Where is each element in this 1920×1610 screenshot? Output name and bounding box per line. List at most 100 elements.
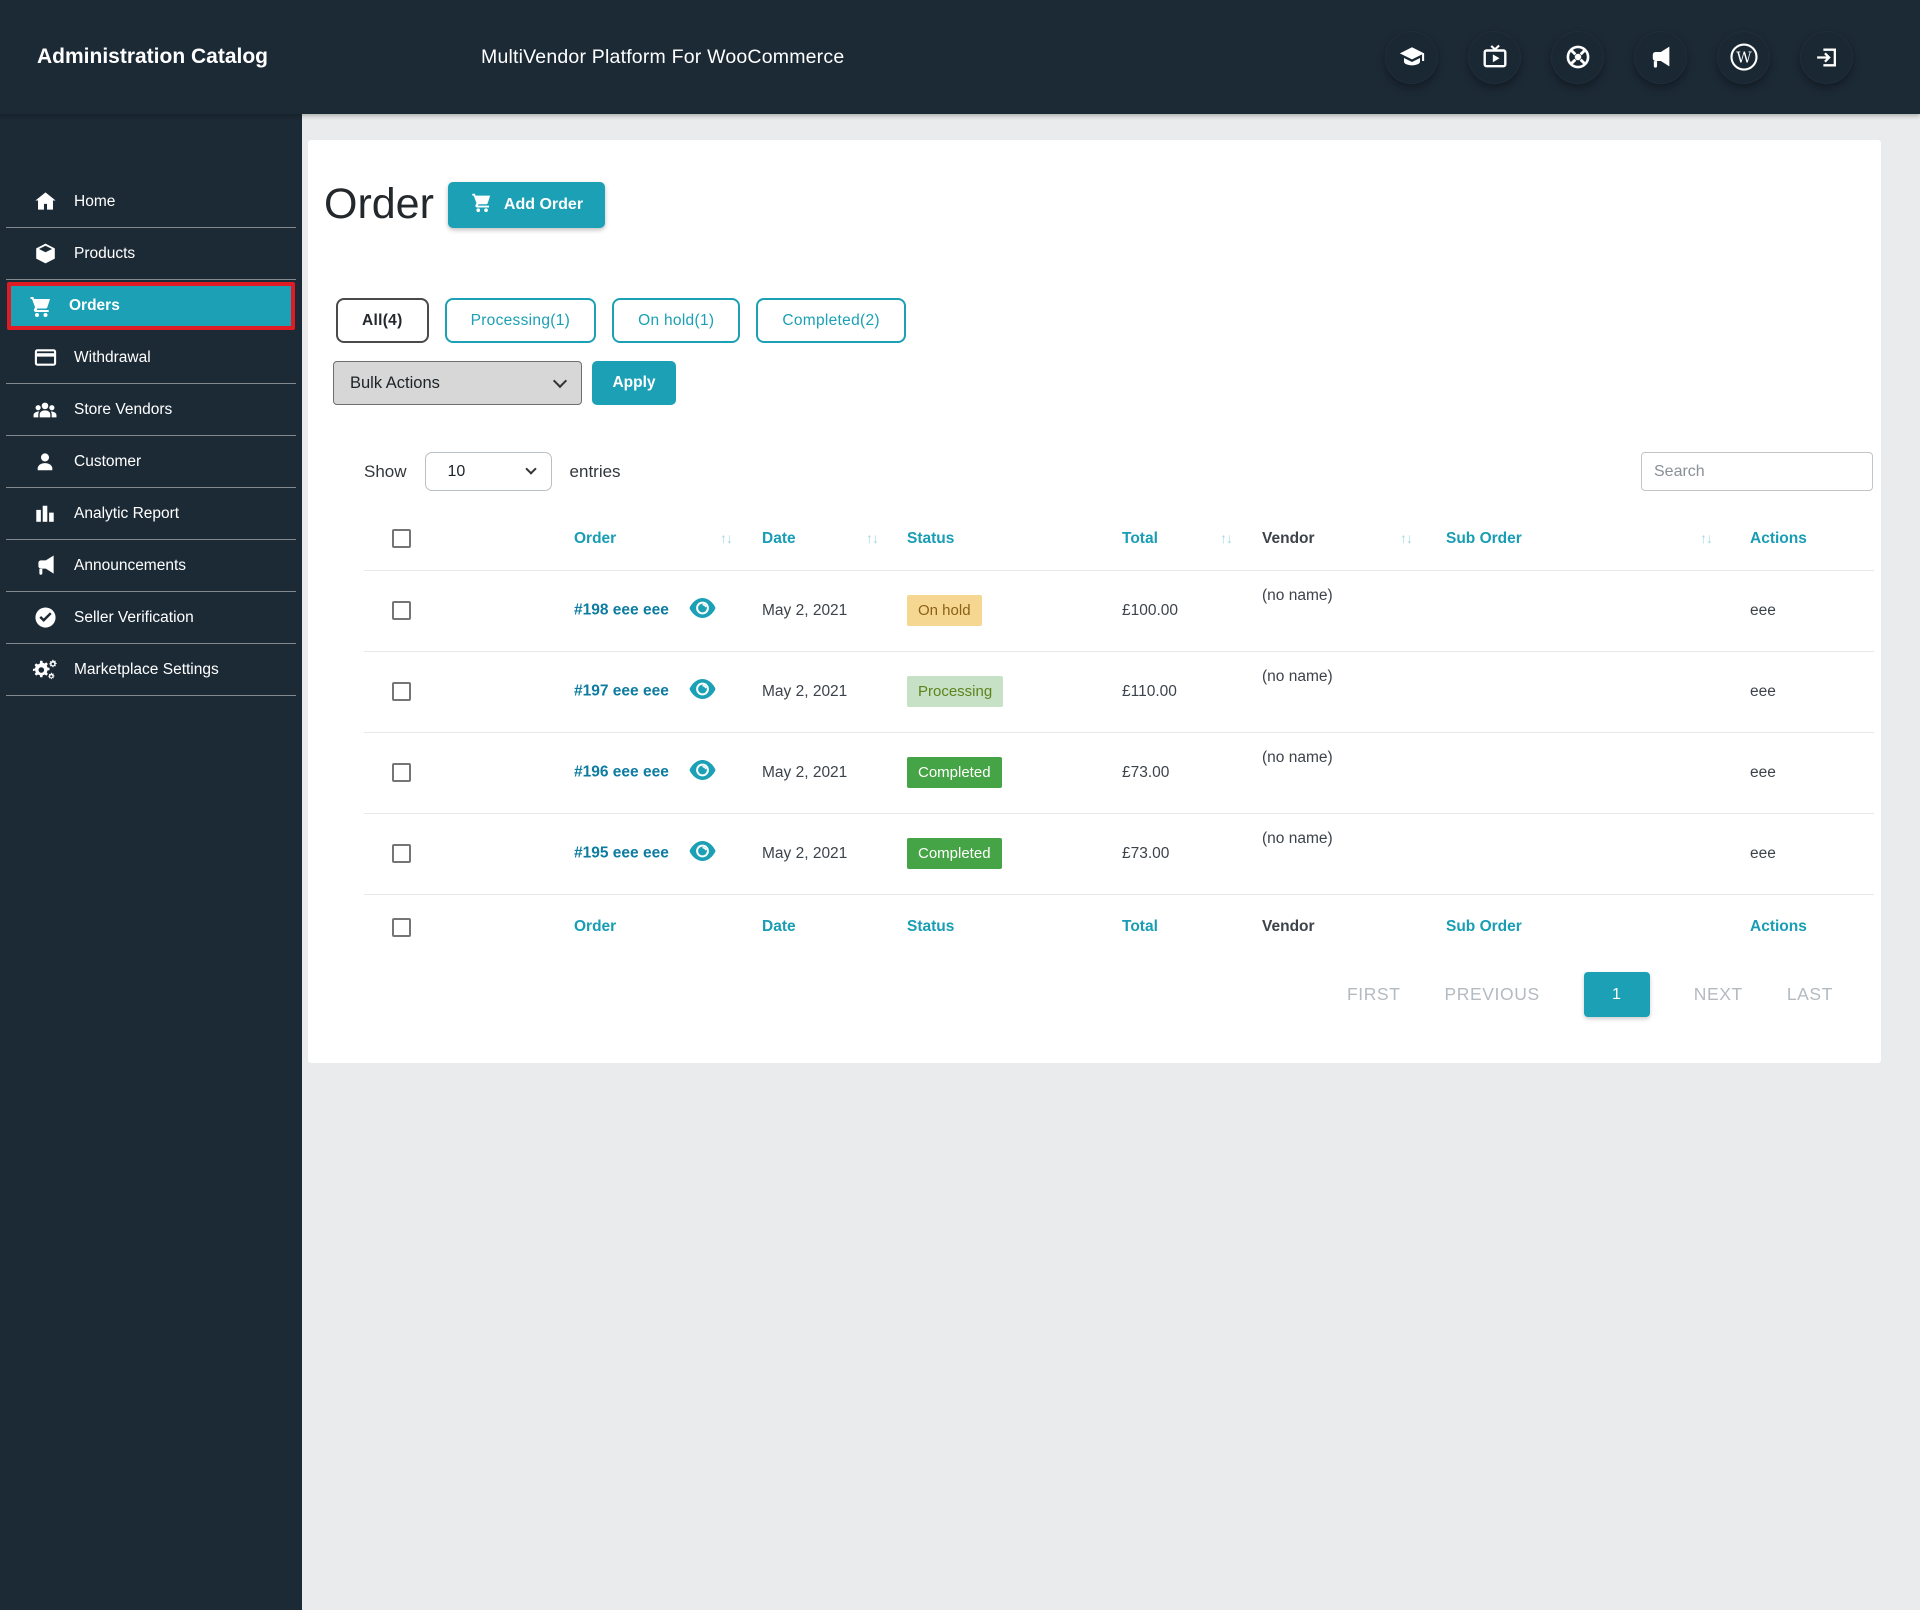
- sidebar-item-label: Analytic Report: [74, 504, 180, 522]
- order-date: May 2, 2021: [760, 732, 906, 814]
- gears-icon: [32, 658, 58, 682]
- svg-text:W: W: [1736, 49, 1752, 67]
- order-actions[interactable]: eee: [1740, 570, 1874, 652]
- sidebar-item-label: Announcements: [74, 556, 187, 574]
- pagination-last[interactable]: LAST: [1787, 984, 1833, 1005]
- column-header-date[interactable]: Date: [762, 530, 796, 547]
- sidebar-item-customer[interactable]: Customer: [6, 436, 296, 488]
- sort-icon[interactable]: ↑↓: [720, 530, 733, 546]
- filter-completed-button[interactable]: Completed(2): [756, 298, 906, 343]
- order-link[interactable]: #197 eee eee: [574, 683, 669, 700]
- row-checkbox[interactable]: [392, 844, 411, 863]
- show-label: Show: [364, 461, 407, 481]
- page-title: Order: [324, 180, 434, 228]
- wordpress-icon[interactable]: W: [1717, 30, 1770, 84]
- status-badge: Processing: [907, 676, 1004, 707]
- sidebar-item-marketplace-settings[interactable]: Marketplace Settings: [6, 644, 296, 696]
- pagination-page-1[interactable]: 1: [1583, 972, 1650, 1017]
- order-total: £100.00: [1120, 570, 1260, 652]
- pagination-first[interactable]: FIRST: [1347, 984, 1401, 1005]
- sidebar-item-label: Withdrawal: [74, 348, 151, 366]
- sidebar-item-announcements[interactable]: Announcements: [6, 540, 296, 592]
- search-input[interactable]: [1641, 452, 1873, 491]
- order-link[interactable]: #196 eee eee: [574, 764, 669, 781]
- column-header-total[interactable]: Total: [1122, 530, 1158, 547]
- bulk-actions-select[interactable]: Bulk Actions: [333, 361, 582, 405]
- apply-button[interactable]: Apply: [592, 361, 676, 405]
- add-order-label: Add Order: [503, 195, 584, 213]
- table-row: #197 eee eee May 2, 2021 Processing £110…: [364, 651, 1874, 733]
- row-checkbox[interactable]: [392, 601, 411, 620]
- add-order-button[interactable]: Add Order: [447, 181, 606, 228]
- table-row: #195 eee eee May 2, 2021 Completed £73.0…: [364, 813, 1874, 895]
- sidebar-item-products[interactable]: Products: [6, 228, 296, 280]
- order-total: £73.00: [1120, 732, 1260, 814]
- order-date: May 2, 2021: [760, 570, 906, 652]
- select-all-checkbox[interactable]: [392, 529, 411, 549]
- view-order-icon[interactable]: [689, 598, 716, 622]
- megaphone-icon[interactable]: [1634, 30, 1687, 84]
- order-link[interactable]: #198 eee eee: [574, 602, 669, 619]
- pagination: FIRST PREVIOUS 1 NEXT LAST: [1347, 972, 1833, 1017]
- sidebar-item-label: Customer: [74, 452, 142, 470]
- page-size-value: 10: [447, 462, 466, 480]
- credit-card-icon: [32, 346, 58, 369]
- column-header-vendor[interactable]: Vendor: [1262, 530, 1315, 547]
- megaphone-icon: [32, 554, 58, 577]
- sort-icon[interactable]: ↑↓: [1220, 530, 1233, 546]
- footer-column-vendor: Vendor: [1262, 918, 1315, 936]
- column-header-actions[interactable]: Actions: [1750, 530, 1807, 547]
- wheel-icon[interactable]: [1551, 30, 1604, 84]
- sidebar-item-label: Products: [74, 244, 136, 262]
- pagination-previous[interactable]: PREVIOUS: [1445, 984, 1540, 1005]
- sidebar-item-label: Store Vendors: [74, 400, 173, 418]
- row-checkbox[interactable]: [392, 763, 411, 782]
- sidebar-item-seller-verification[interactable]: Seller Verification: [6, 592, 296, 644]
- sidebar: Home Products Orders Withdrawal Store Ve…: [0, 114, 302, 1610]
- filter-on-hold-button[interactable]: On hold(1): [612, 298, 741, 343]
- column-header-sub-order[interactable]: Sub Order: [1446, 530, 1522, 547]
- sort-icon[interactable]: ↑↓: [866, 530, 879, 546]
- order-date: May 2, 2021: [760, 813, 906, 895]
- footer-column-date: Date: [762, 918, 796, 936]
- order-sub-order: [1440, 732, 1740, 814]
- order-actions[interactable]: eee: [1740, 651, 1874, 733]
- status-badge: Completed: [907, 757, 1002, 788]
- sidebar-item-analytic-report[interactable]: Analytic Report: [6, 488, 296, 540]
- sidebar-item-store-vendors[interactable]: Store Vendors: [6, 384, 296, 436]
- sort-icon[interactable]: ↑↓: [1400, 530, 1413, 546]
- tv-play-icon[interactable]: [1468, 30, 1521, 84]
- order-actions[interactable]: eee: [1740, 732, 1874, 814]
- filter-processing-button[interactable]: Processing(1): [444, 298, 597, 343]
- page-size-select[interactable]: 10: [424, 452, 552, 491]
- logout-icon[interactable]: [1800, 30, 1853, 84]
- filter-all-button[interactable]: All(4): [336, 298, 429, 343]
- entries-label: entries: [569, 461, 621, 481]
- sidebar-item-home[interactable]: Home: [6, 176, 296, 228]
- sort-icon[interactable]: ↑↓: [1700, 530, 1713, 546]
- view-order-icon[interactable]: [689, 679, 716, 703]
- footer-column-status: Status: [907, 918, 955, 936]
- select-all-checkbox[interactable]: [392, 917, 411, 937]
- pagination-next[interactable]: NEXT: [1694, 984, 1743, 1005]
- view-order-icon[interactable]: [689, 760, 716, 784]
- check-circle-icon: [32, 606, 58, 629]
- column-header-order[interactable]: Order: [574, 530, 616, 547]
- table-header-row: Order ↑↓ Date ↑↓ Status Total ↑↓ Vendor ↑↓ S…: [364, 508, 1874, 571]
- status-badge: On hold: [907, 595, 982, 626]
- orders-panel: Order Add Order All(4) Processing(1) On …: [308, 140, 1881, 1063]
- table-footer-row: Order Date Status Total Vendor Sub Order…: [364, 894, 1874, 960]
- order-date: May 2, 2021: [760, 651, 906, 733]
- view-order-icon[interactable]: [689, 841, 716, 865]
- status-badge: Completed: [907, 838, 1002, 869]
- row-checkbox[interactable]: [392, 682, 411, 701]
- main-content: Order Add Order All(4) Processing(1) On …: [302, 114, 1920, 1610]
- order-actions[interactable]: eee: [1740, 813, 1874, 895]
- graduation-cap-icon[interactable]: [1385, 30, 1438, 84]
- sidebar-item-withdrawal[interactable]: Withdrawal: [6, 332, 296, 384]
- footer-column-sub-order: Sub Order: [1446, 918, 1522, 936]
- sidebar-item-orders[interactable]: Orders: [7, 282, 295, 330]
- cart-icon: [470, 191, 492, 218]
- order-link[interactable]: #195 eee eee: [574, 845, 669, 862]
- column-header-status[interactable]: Status: [907, 530, 954, 547]
